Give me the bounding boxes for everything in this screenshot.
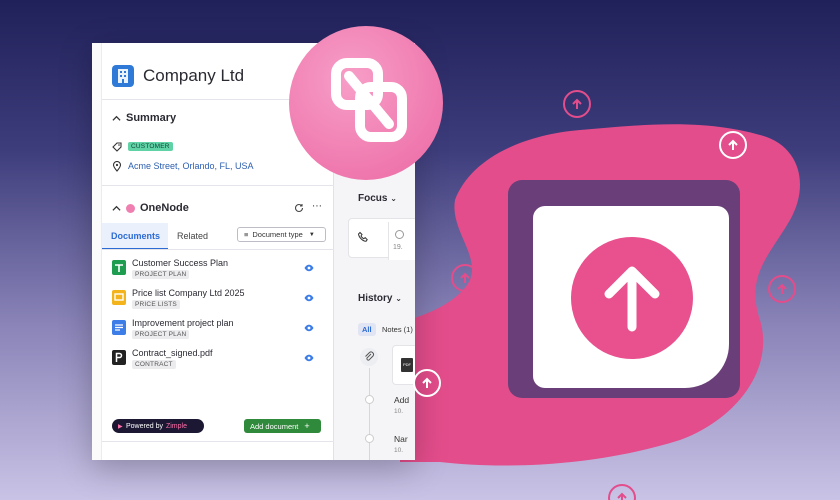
upload-arrow-icon bbox=[563, 90, 591, 118]
company-name: Company Ltd bbox=[143, 66, 245, 85]
eye-icon[interactable] bbox=[304, 264, 314, 272]
upload-arrow-icon bbox=[413, 369, 441, 397]
add-document-label: Add document bbox=[250, 421, 299, 431]
document-row[interactable]: Price list Company Ltd 2025 PRICE LISTS bbox=[112, 288, 322, 316]
document-row[interactable]: Improvement project plan PROJECT PLAN bbox=[112, 318, 322, 346]
eye-icon[interactable] bbox=[304, 324, 314, 332]
onenode-header[interactable]: OneNode bbox=[112, 202, 189, 214]
tag-icon bbox=[112, 142, 122, 152]
tab-related[interactable]: Related bbox=[177, 231, 208, 241]
file-badge: PDF bbox=[401, 358, 413, 372]
more-options-icon[interactable]: ⋯ bbox=[312, 201, 322, 212]
focus-title[interactable]: Focus ⌄ bbox=[358, 193, 397, 204]
document-category: CONTRACT bbox=[132, 360, 176, 369]
phone-icon bbox=[357, 231, 368, 242]
address-link[interactable]: Acme Street, Orlando, FL, USA bbox=[128, 161, 254, 171]
timeline-line bbox=[369, 368, 370, 460]
focus-item[interactable]: 19. bbox=[388, 222, 415, 260]
summary-header[interactable]: Summary bbox=[112, 112, 176, 124]
document-category: PROJECT PLAN bbox=[132, 330, 190, 339]
powered-brand: Zimple bbox=[165, 422, 187, 430]
docs-icon bbox=[112, 320, 126, 335]
upload-arrow-icon bbox=[768, 275, 796, 303]
pdf-icon bbox=[112, 350, 126, 365]
history-tab-all[interactable]: All bbox=[358, 323, 376, 336]
upload-arrow-icon bbox=[719, 131, 747, 159]
onenode-logo-icon bbox=[126, 203, 135, 213]
onenode-logo bbox=[289, 26, 443, 180]
history-item-date: 10. bbox=[394, 408, 404, 415]
document-name: Customer Success Plan bbox=[132, 258, 229, 268]
slides-icon bbox=[112, 290, 126, 305]
filter-label: Document type bbox=[252, 230, 303, 239]
refresh-icon[interactable] bbox=[294, 203, 304, 213]
timeline-dot bbox=[365, 395, 374, 404]
upload-arrow-icon bbox=[451, 264, 479, 292]
document-category: PROJECT PLAN bbox=[132, 270, 190, 279]
sheets-icon bbox=[112, 260, 126, 275]
file-card[interactable]: PDF bbox=[392, 345, 415, 385]
history-tab-notes[interactable]: Notes (1) bbox=[382, 325, 413, 334]
play-icon: ▶ bbox=[118, 423, 123, 430]
onenode-title: OneNode bbox=[140, 202, 189, 214]
summary-title: Summary bbox=[126, 112, 177, 124]
attachment-icon bbox=[360, 348, 378, 366]
filter-icon: ≡ bbox=[244, 230, 249, 239]
powered-by-badge[interactable]: ▶ Powered by Zimple bbox=[112, 419, 204, 433]
history-item-label: Add bbox=[394, 395, 410, 405]
eye-icon[interactable] bbox=[304, 294, 314, 302]
onenode-logo-icon bbox=[331, 58, 407, 142]
focus-date: 19. bbox=[393, 244, 403, 251]
customer-badge: CUSTOMER bbox=[128, 142, 173, 151]
history-item-date: 10. bbox=[394, 447, 404, 454]
powered-prefix: Powered by bbox=[126, 422, 163, 430]
document-type-filter[interactable]: ≡ Document type ▼ bbox=[237, 227, 326, 242]
add-document-button[interactable]: Add document + bbox=[244, 419, 321, 433]
document-name: Contract_signed.pdf bbox=[132, 348, 213, 358]
nav-strip bbox=[92, 43, 102, 460]
chevron-up-icon bbox=[112, 205, 121, 211]
document-name: Price list Company Ltd 2025 bbox=[132, 288, 245, 298]
building-icon bbox=[112, 65, 134, 87]
timeline-dot bbox=[365, 434, 374, 443]
tab-documents[interactable]: Documents bbox=[111, 231, 160, 241]
upload-icon bbox=[571, 237, 693, 359]
document-name: Improvement project plan bbox=[132, 318, 234, 328]
document-row[interactable]: Customer Success Plan PROJECT PLAN bbox=[112, 258, 322, 286]
document-row[interactable]: Contract_signed.pdf CONTRACT bbox=[112, 348, 322, 376]
chevron-up-icon bbox=[112, 115, 121, 121]
caret-down-icon: ▼ bbox=[308, 231, 315, 238]
plus-icon: + bbox=[304, 421, 310, 431]
location-pin-icon bbox=[112, 161, 122, 172]
eye-icon[interactable] bbox=[304, 354, 314, 362]
history-title[interactable]: History ⌄ bbox=[358, 293, 402, 304]
checkbox-icon[interactable] bbox=[395, 230, 404, 239]
document-category: PRICE LISTS bbox=[132, 300, 180, 309]
history-item-label: Nar bbox=[394, 434, 408, 444]
